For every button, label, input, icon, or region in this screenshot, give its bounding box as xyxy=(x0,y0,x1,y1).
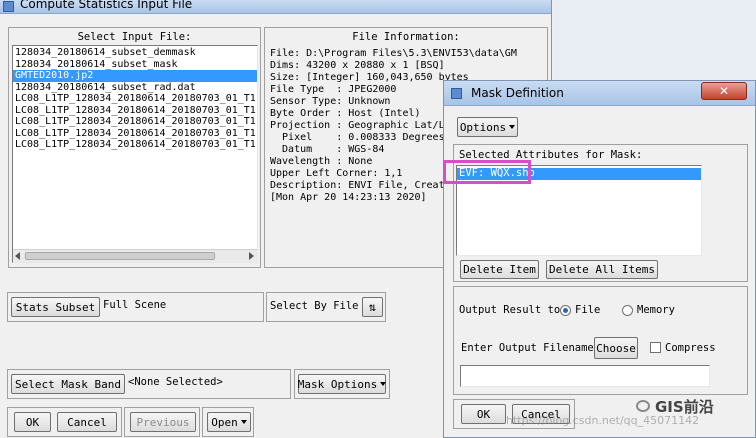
mask-options-label: Mask Options xyxy=(297,377,378,391)
horizontal-scrollbar[interactable] xyxy=(13,249,257,262)
desktop-background xyxy=(553,0,756,84)
full-scene-label: Full Scene xyxy=(103,299,167,311)
select-by-file-frame: Select By File ⇅ xyxy=(266,292,386,322)
open-label: Open xyxy=(211,415,238,429)
open-dropdown-icon xyxy=(240,420,247,424)
scroll-right-icon[interactable] xyxy=(249,252,254,260)
mask-definition-dialog: Mask Definition ✕ Options Selected Attri… xyxy=(443,80,756,438)
file-list-item[interactable]: GMTED2010.jp2 xyxy=(13,70,257,82)
close-icon: ✕ xyxy=(718,84,730,98)
output-filename-input[interactable] xyxy=(460,365,710,387)
main-ok-button[interactable]: OK xyxy=(14,412,51,432)
file-information-label: File Information: xyxy=(352,31,460,43)
select-by-file-toggle[interactable]: ⇅ xyxy=(362,297,383,317)
watermark-url: https://blog.csdn.net/qq_45071142 xyxy=(506,414,700,427)
input-file-list[interactable]: 128034_20180614_subset_demmask 128034_201… xyxy=(12,45,258,263)
main-window-title: Compute Statistics Input File xyxy=(20,0,193,11)
options-button[interactable]: Options xyxy=(457,117,518,137)
output-filename-label: Enter Output Filename xyxy=(461,342,594,354)
stats-subset-button[interactable]: Stats Subset xyxy=(11,297,100,317)
options-dropdown-icon xyxy=(509,125,516,129)
output-memory-label: Memory xyxy=(637,304,675,316)
open-frame: Open xyxy=(202,407,254,437)
delete-all-items-button[interactable]: Delete All Items xyxy=(546,260,658,279)
file-info-line: File: D:\Program Files\5.3\ENVI53\data\G… xyxy=(270,48,517,59)
file-list-item[interactable]: 128034_20180614_subset_rad.dat xyxy=(13,82,257,94)
output-file-radio[interactable] xyxy=(560,305,571,316)
file-list-item[interactable]: 128034_20180614_subset_mask xyxy=(13,59,257,71)
choose-button[interactable]: Choose xyxy=(594,337,638,359)
mask-band-value: <None Selected> xyxy=(128,376,223,388)
open-button[interactable]: Open xyxy=(207,412,251,432)
close-button[interactable]: ✕ xyxy=(701,82,747,100)
mask-band-frame: Select Mask Band <None Selected> xyxy=(7,369,291,399)
swap-arrows-icon: ⇅ xyxy=(368,300,377,314)
mask-titlebar[interactable]: Mask Definition ✕ xyxy=(444,81,755,106)
mask-app-icon xyxy=(451,88,462,99)
select-by-file-label: Select By File xyxy=(270,300,359,312)
options-label: Options xyxy=(459,120,507,134)
attribute-highlight-box xyxy=(443,160,531,184)
delete-item-button[interactable]: Delete Item xyxy=(460,260,539,279)
mask-options-button[interactable]: Mask Options xyxy=(297,374,387,394)
compress-checkbox[interactable] xyxy=(650,342,661,353)
file-list-item[interactable]: LC08_L1TP_128034_20180614_20180703_01_T1 xyxy=(13,105,257,117)
main-titlebar[interactable]: Compute Statistics Input File xyxy=(0,0,551,14)
input-file-frame: Select Input File: 128034_20180614_subse… xyxy=(8,27,261,268)
file-list-item[interactable]: LC08_L1TP_128034_20180614_20180703_01_T1 xyxy=(13,93,257,105)
select-input-file-label: Select Input File: xyxy=(77,31,192,43)
output-memory-radio[interactable] xyxy=(622,305,633,316)
previous-frame: Previous xyxy=(124,407,200,437)
previous-button[interactable]: Previous xyxy=(130,412,196,432)
mask-dialog-title: Mask Definition xyxy=(471,86,564,100)
scroll-thumb[interactable] xyxy=(25,252,215,260)
file-info-line: Dims: 43200 x 20880 x 1 [BSQ] xyxy=(270,60,445,71)
file-list-item[interactable]: LC08_L1TP_128034_20180614_20180703_01_T1 xyxy=(13,139,257,151)
select-mask-band-button[interactable]: Select Mask Band xyxy=(11,374,125,394)
compress-label: Compress xyxy=(665,342,716,354)
main-bottom-frame: OK Cancel xyxy=(7,407,122,437)
output-frame: Output Result to File Memory Enter Outpu… xyxy=(453,286,748,395)
output-result-label: Output Result to xyxy=(459,304,561,316)
wechat-icon xyxy=(636,400,650,412)
mask-ok-button[interactable]: OK xyxy=(461,404,506,424)
stats-subset-frame: Stats Subset Full Scene xyxy=(7,292,264,322)
app-icon xyxy=(3,1,14,12)
file-list-items: 128034_20180614_subset_demmask 128034_201… xyxy=(13,46,257,151)
file-list-item[interactable]: LC08_L1TP_128034_20180614_20180703_01_T1 xyxy=(13,116,257,128)
scroll-left-icon[interactable] xyxy=(15,252,20,260)
file-list-item[interactable]: 128034_20180614_subset_demmask xyxy=(13,47,257,59)
file-list-item[interactable]: LC08_L1TP_128034_20180614_20180703_01_T1 xyxy=(13,128,257,140)
output-file-label: File xyxy=(575,304,601,316)
dropdown-arrow-icon xyxy=(380,382,387,386)
main-cancel-button[interactable]: Cancel xyxy=(57,412,117,432)
mask-options-frame: Mask Options xyxy=(294,369,390,399)
